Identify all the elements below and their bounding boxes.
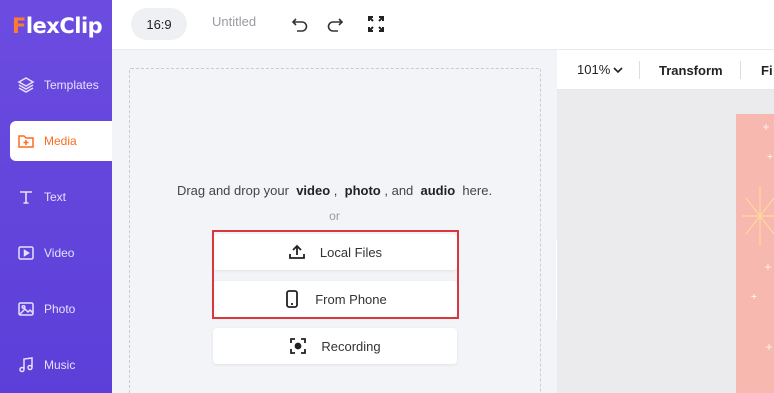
- media-type-audio: audio: [420, 183, 456, 198]
- button-label: Local Files: [319, 244, 383, 260]
- layers-icon: [16, 75, 36, 95]
- sidebar-item-label: Music: [44, 358, 76, 372]
- editor-toolbar: 101% Transform Fi: [557, 50, 774, 90]
- fullscreen-icon[interactable]: [364, 12, 388, 36]
- sidebar: FlexClip Templates Media Text Video Phot…: [0, 0, 112, 393]
- sidebar-item-label: Text: [44, 190, 67, 204]
- zoom-dropdown[interactable]: 101%: [577, 62, 623, 77]
- or-divider: or: [329, 209, 340, 223]
- filter-button[interactable]: Fi: [761, 63, 773, 78]
- text-icon: [16, 187, 36, 207]
- toolbar-divider: [740, 61, 741, 79]
- zoom-level: 101%: [577, 62, 611, 77]
- sidebar-item-music[interactable]: Music: [0, 345, 112, 385]
- media-type-photo: photo: [344, 183, 381, 198]
- video-canvas-preview[interactable]: [736, 114, 774, 393]
- drag-drop-instructions: Drag and drop your video , photo , and a…: [112, 183, 557, 198]
- sidebar-item-label: Video: [44, 246, 75, 260]
- canvas-decoration: [742, 124, 774, 350]
- redo-icon[interactable]: [323, 12, 347, 36]
- media-upload-panel: Drag and drop your video , photo , and a…: [112, 50, 557, 393]
- phone-icon: [283, 290, 301, 308]
- separator: , and: [384, 183, 414, 198]
- button-label: From Phone: [315, 291, 387, 307]
- transform-button[interactable]: Transform: [659, 63, 723, 78]
- photo-icon: [16, 299, 36, 319]
- drag-prefix: Drag and drop your: [176, 183, 289, 198]
- top-toolbar: 16:9 Untitled: [112, 0, 774, 50]
- from-phone-button[interactable]: From Phone: [213, 281, 457, 317]
- toolbar-divider: [639, 61, 640, 79]
- sidebar-item-label: Photo: [44, 302, 76, 316]
- undo-icon[interactable]: [288, 12, 312, 36]
- drag-suffix: here.: [462, 183, 493, 198]
- record-icon: [289, 337, 307, 355]
- sidebar-item-label: Media: [44, 134, 77, 148]
- separator: ,: [333, 183, 338, 198]
- music-icon: [16, 355, 36, 375]
- sidebar-item-templates[interactable]: Templates: [0, 65, 112, 105]
- media-folder-icon: [16, 131, 36, 151]
- chevron-down-icon: [613, 66, 623, 74]
- media-type-video: video: [296, 183, 331, 198]
- aspect-ratio-button[interactable]: 16:9: [131, 8, 187, 40]
- recording-button[interactable]: Recording: [213, 328, 457, 364]
- sidebar-item-photo[interactable]: Photo: [0, 289, 112, 329]
- project-title[interactable]: Untitled: [212, 14, 256, 29]
- button-label: Recording: [321, 338, 381, 354]
- sidebar-item-video[interactable]: Video: [0, 233, 112, 273]
- logo-letter: F: [12, 14, 26, 38]
- logo-text: lexClip: [25, 14, 103, 38]
- sidebar-item-text[interactable]: Text: [0, 177, 112, 217]
- video-icon: [16, 243, 36, 263]
- flexclip-logo[interactable]: FlexClip: [12, 12, 103, 40]
- upload-icon: [288, 243, 306, 261]
- sidebar-item-media[interactable]: Media: [10, 121, 112, 161]
- local-files-button[interactable]: Local Files: [213, 234, 457, 270]
- sidebar-item-label: Templates: [44, 78, 99, 92]
